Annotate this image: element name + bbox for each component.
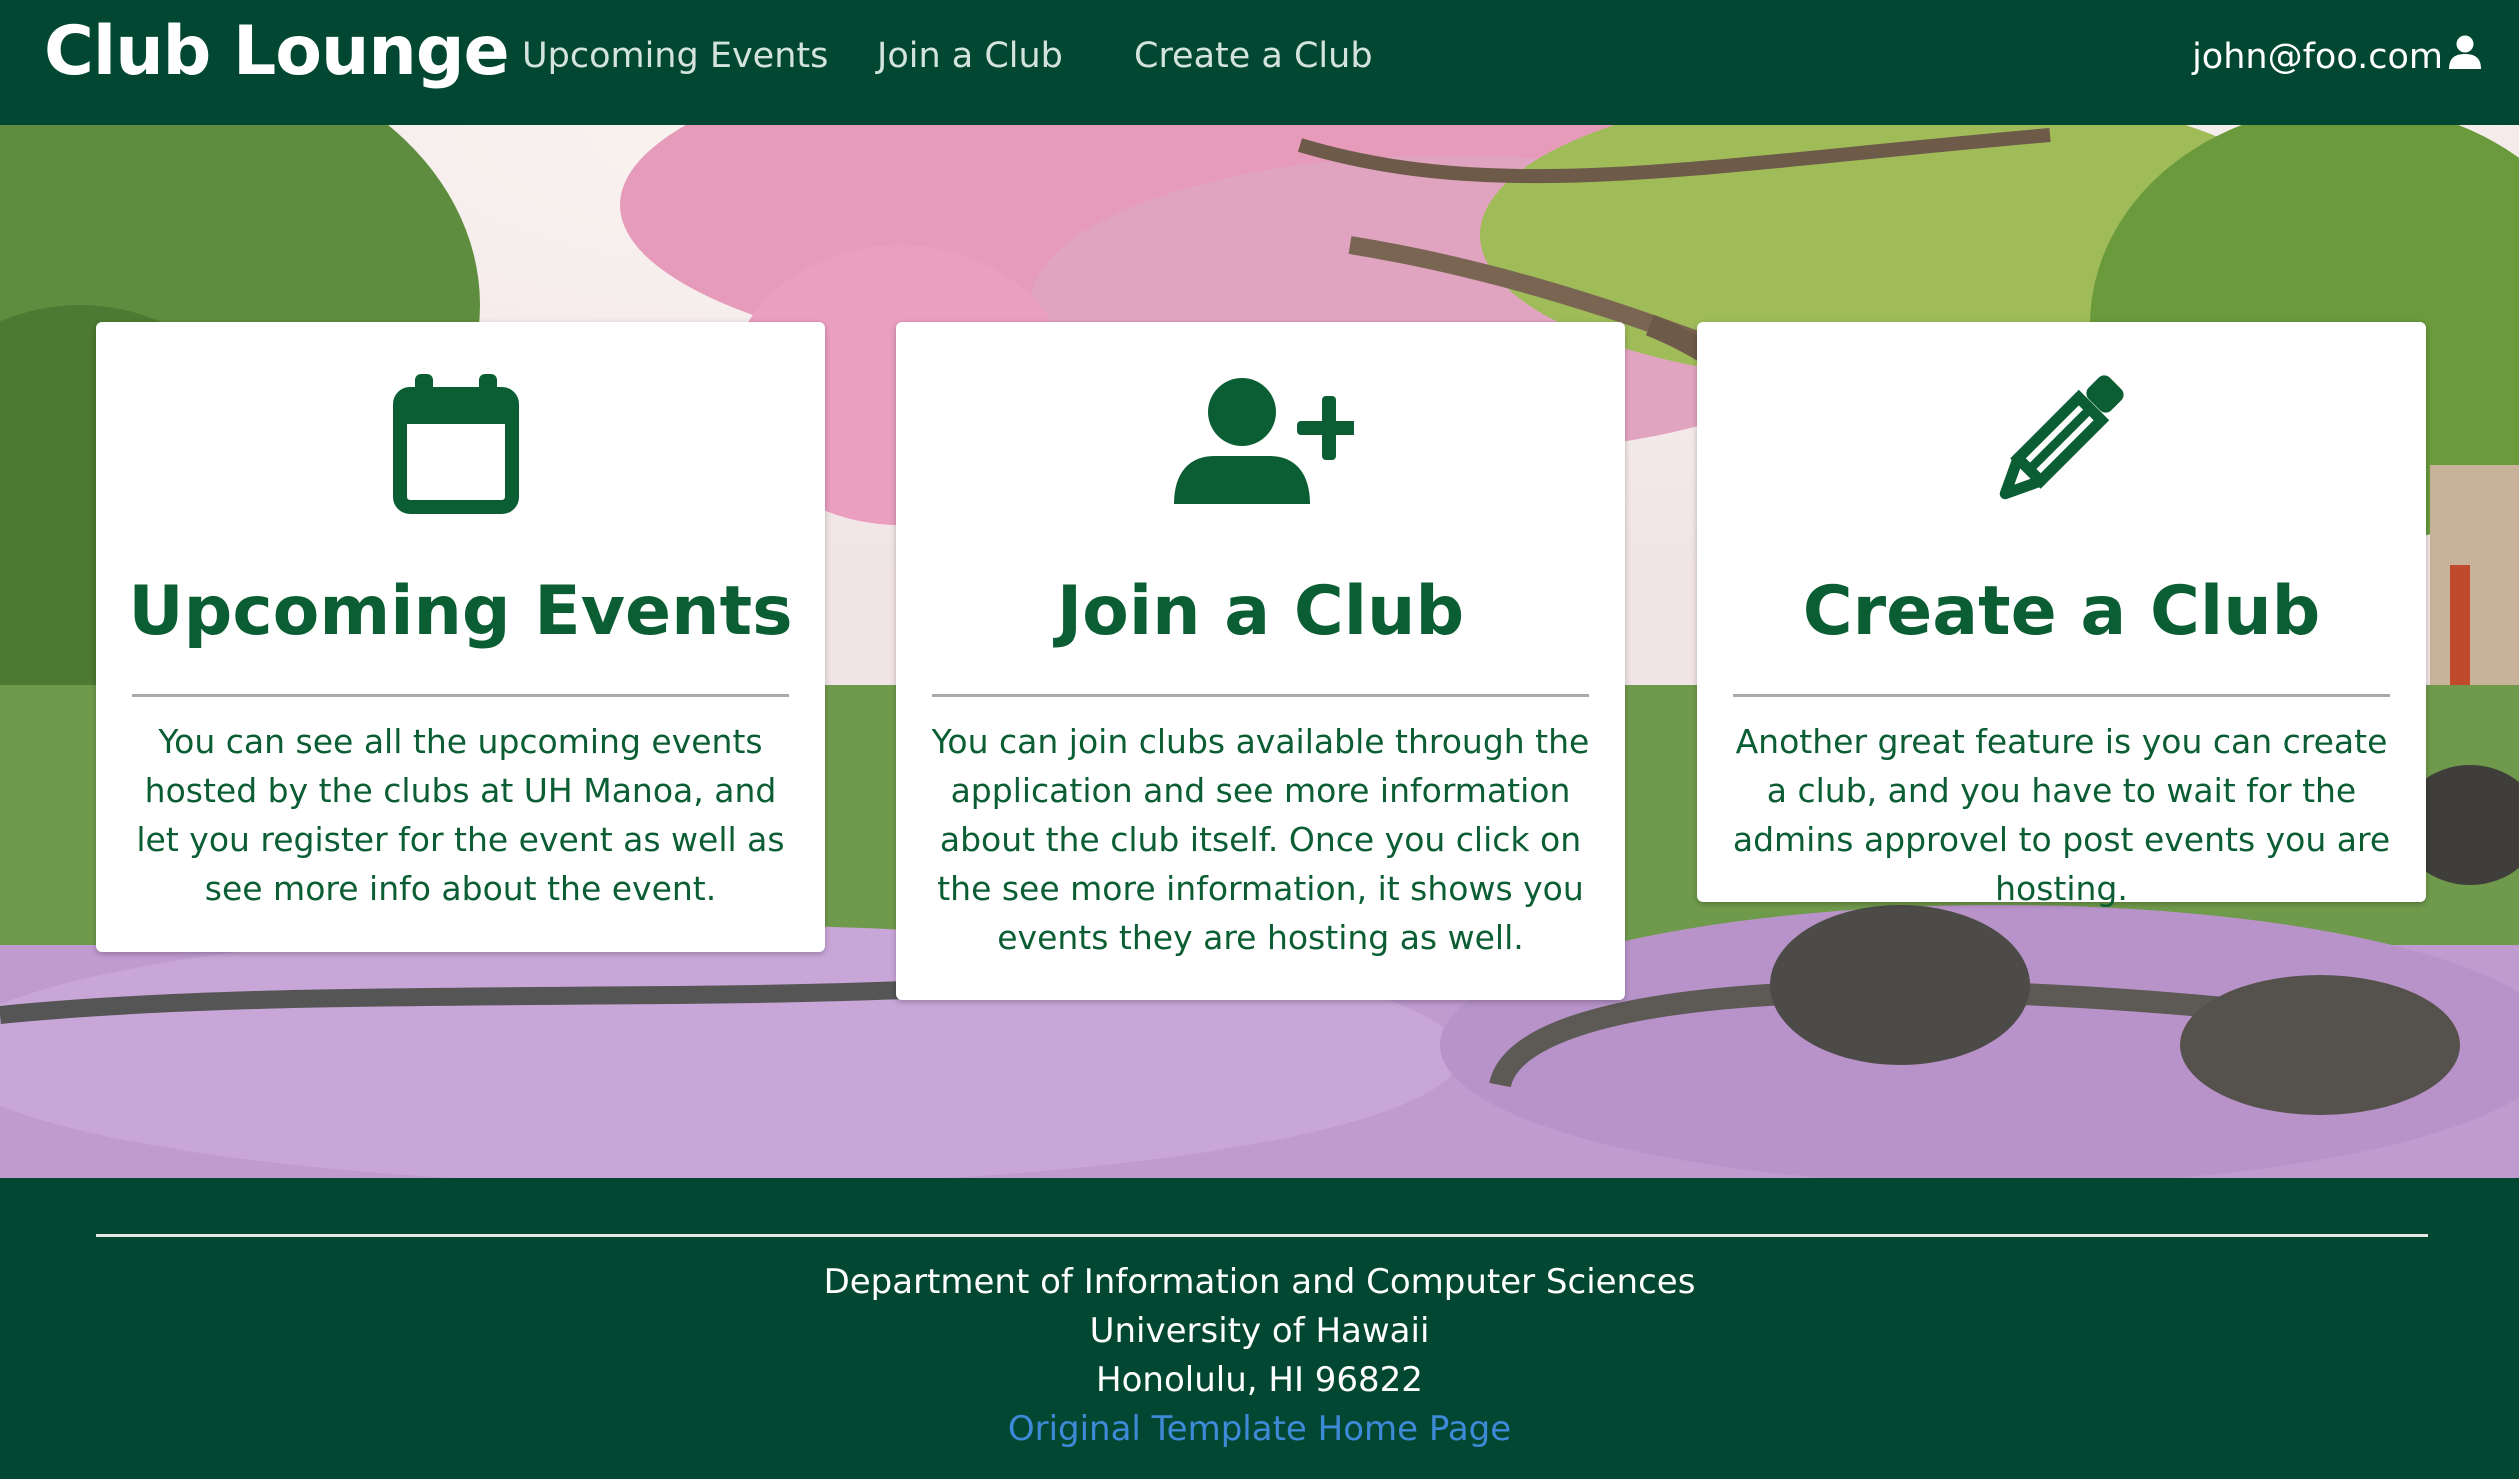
footer: Department of Information and Computer S… xyxy=(0,1178,2519,1479)
card-description: You can join clubs available through the… xyxy=(931,722,1590,957)
nav-upcoming-events[interactable]: Upcoming Events xyxy=(522,36,828,76)
user-email: john@foo.com xyxy=(2192,36,2443,77)
nav-join-a-club[interactable]: Join a Club xyxy=(877,36,1063,76)
footer-address: Department of Information and Computer S… xyxy=(0,1258,2519,1454)
pencil-icon xyxy=(1987,368,2131,516)
hero-banner: Upcoming Events You can see all the upco… xyxy=(0,125,2519,1178)
card-description: You can see all the upcoming events host… xyxy=(136,722,785,908)
upcoming-events-card: Upcoming Events You can see all the upco… xyxy=(96,322,825,952)
user-icon xyxy=(2447,34,2483,79)
template-home-link[interactable]: Original Template Home Page xyxy=(1008,1409,1511,1449)
footer-city: Honolulu, HI 96822 xyxy=(1096,1360,1423,1400)
footer-department: Department of Information and Computer S… xyxy=(823,1262,1696,1302)
footer-university: University of Hawaii xyxy=(1089,1311,1430,1351)
nav-create-a-club[interactable]: Create a Club xyxy=(1134,36,1373,76)
user-menu[interactable]: john@foo.com xyxy=(2192,34,2483,79)
brand-logo[interactable]: Club Lounge xyxy=(44,12,510,91)
card-description: Another great feature is you can create … xyxy=(1732,722,2391,908)
card-title: Upcoming Events xyxy=(128,572,793,651)
footer-divider xyxy=(96,1234,2428,1237)
card-title: Join a Club xyxy=(1056,572,1465,651)
user-plus-icon xyxy=(1174,376,1361,508)
card-divider xyxy=(1733,694,2390,697)
calendar-icon xyxy=(393,372,519,518)
card-divider xyxy=(932,694,1589,697)
card-title: Create a Club xyxy=(1802,572,2321,651)
navbar: Club Lounge Upcoming Events Join a Club … xyxy=(0,0,2519,125)
join-a-club-card: Join a Club You can join clubs available… xyxy=(896,322,1625,1000)
card-divider xyxy=(132,694,789,697)
create-a-club-card: Create a Club Another great feature is y… xyxy=(1697,322,2426,908)
